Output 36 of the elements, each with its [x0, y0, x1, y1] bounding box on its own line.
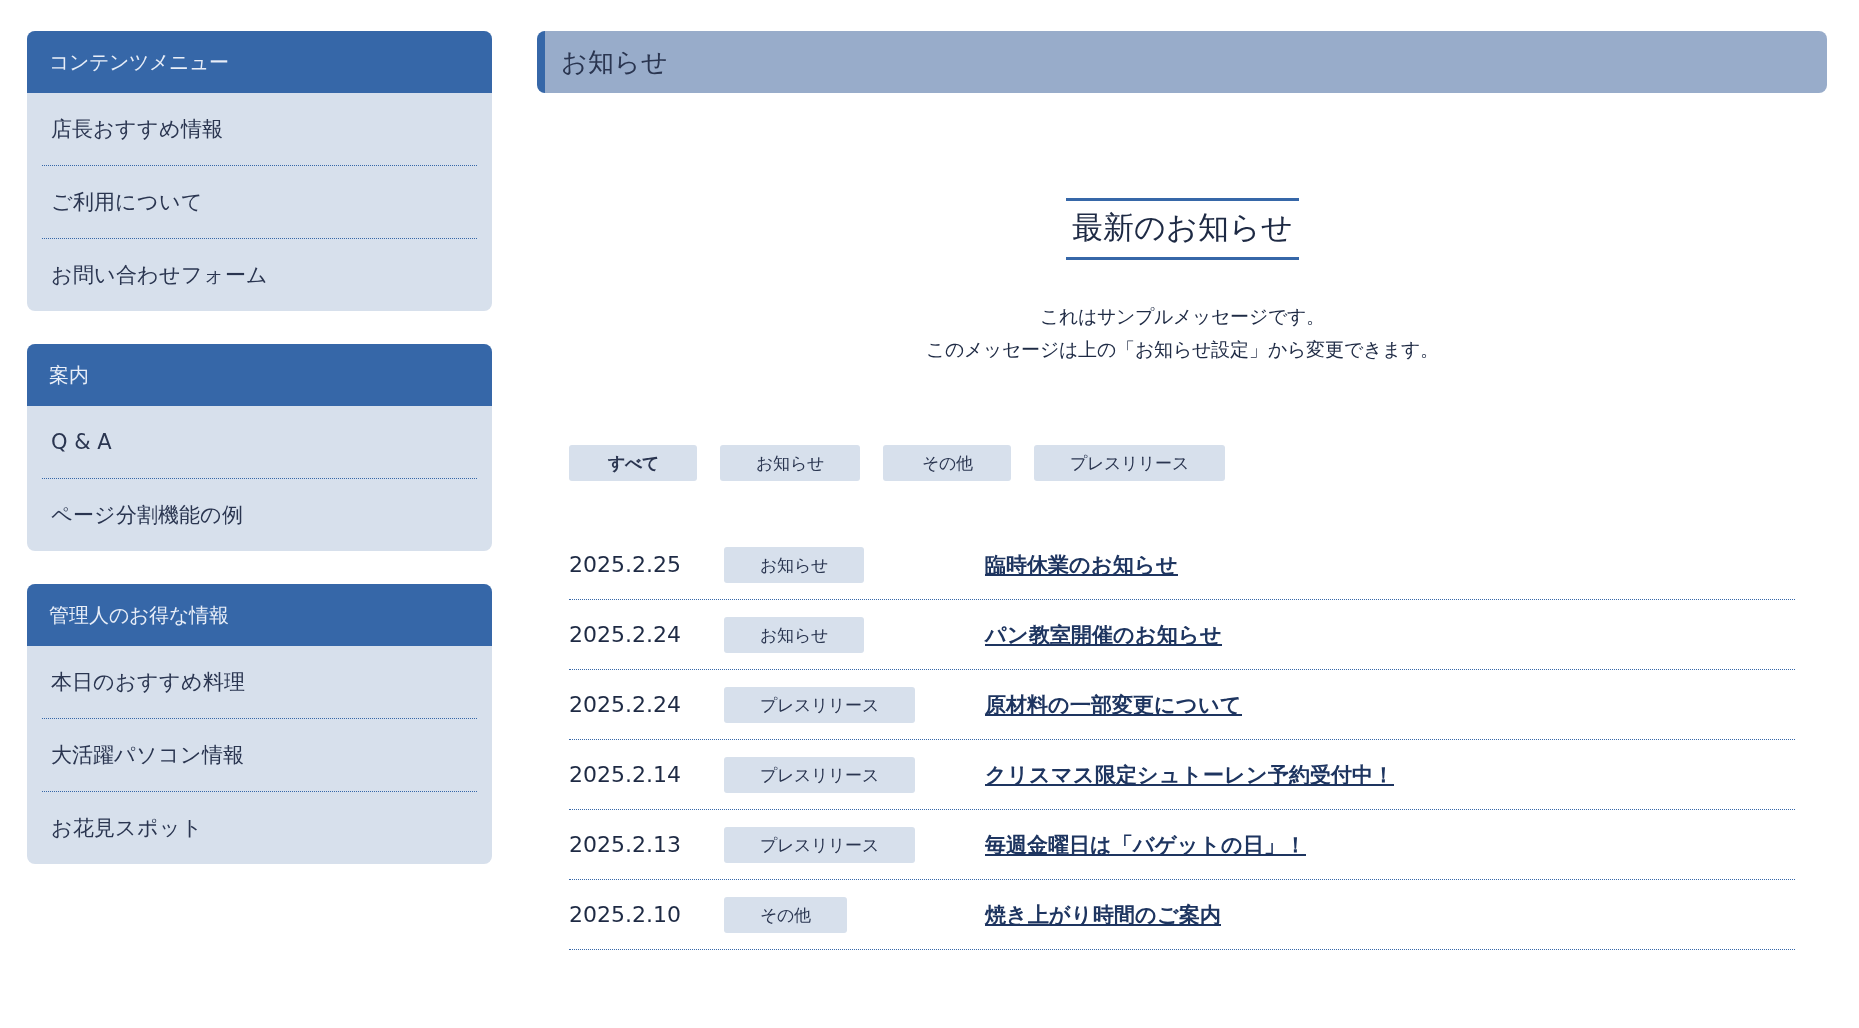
menu-heading: 案内 [27, 344, 492, 406]
menu-link[interactable]: Q & A [42, 406, 477, 478]
news-date: 2025.2.14 [569, 762, 682, 787]
filter-tab[interactable]: その他 [883, 445, 1011, 481]
menu-link[interactable]: お問い合わせフォーム [42, 238, 477, 311]
menu-link[interactable]: ご利用について [42, 165, 477, 238]
category-tag: プレスリリース [724, 686, 915, 723]
news-date: 2025.2.25 [569, 552, 682, 577]
news-link[interactable]: クリスマス限定シュトーレン予約受付中！ [985, 760, 1394, 789]
news-link[interactable]: 臨時休業のお知らせ [985, 550, 1178, 579]
news-date: 2025.2.24 [569, 622, 682, 647]
news-date: 2025.2.10 [569, 902, 682, 927]
sample-message: これはサンプルメッセージです。 このメッセージは上の「お知らせ設定」から変更できます。 [925, 304, 1439, 362]
news-link[interactable]: パン教室開催のお知らせ [985, 620, 1222, 649]
section-title: 最新のお知らせ [1065, 198, 1299, 260]
menu-heading: 管理人のお得な情報 [27, 584, 492, 646]
category-tag: その他 [724, 896, 847, 933]
news-date: 2025.2.13 [569, 832, 682, 857]
filter-tab[interactable]: プレスリリース [1034, 445, 1225, 481]
menu-link[interactable]: 本日のおすすめ料理 [42, 646, 477, 718]
news-date: 2025.2.24 [569, 692, 682, 717]
category-tag: プレスリリース [724, 756, 915, 793]
menu-link[interactable]: ページ分割機能の例 [42, 478, 477, 551]
category-tag: プレスリリース [724, 826, 915, 863]
news-link[interactable]: 焼き上がり時間のご案内 [985, 900, 1221, 929]
menu-link[interactable]: お花見スポット [42, 791, 477, 864]
menu-heading: コンテンツメニュー [27, 31, 492, 93]
news-link[interactable]: 原材料の一部変更について [985, 690, 1242, 719]
category-tag: お知らせ [724, 616, 864, 653]
menu-link[interactable]: 大活躍パソコン情報 [42, 718, 477, 791]
menu-link[interactable]: 店長おすすめ情報 [42, 93, 477, 165]
category-tag: お知らせ [724, 546, 864, 583]
page-title: お知らせ [537, 31, 1827, 93]
filter-tab[interactable]: お知らせ [720, 445, 860, 481]
news-link[interactable]: 毎週金曜日は「バゲットの日」！ [985, 830, 1306, 859]
filter-tab[interactable]: すべて [569, 445, 697, 481]
